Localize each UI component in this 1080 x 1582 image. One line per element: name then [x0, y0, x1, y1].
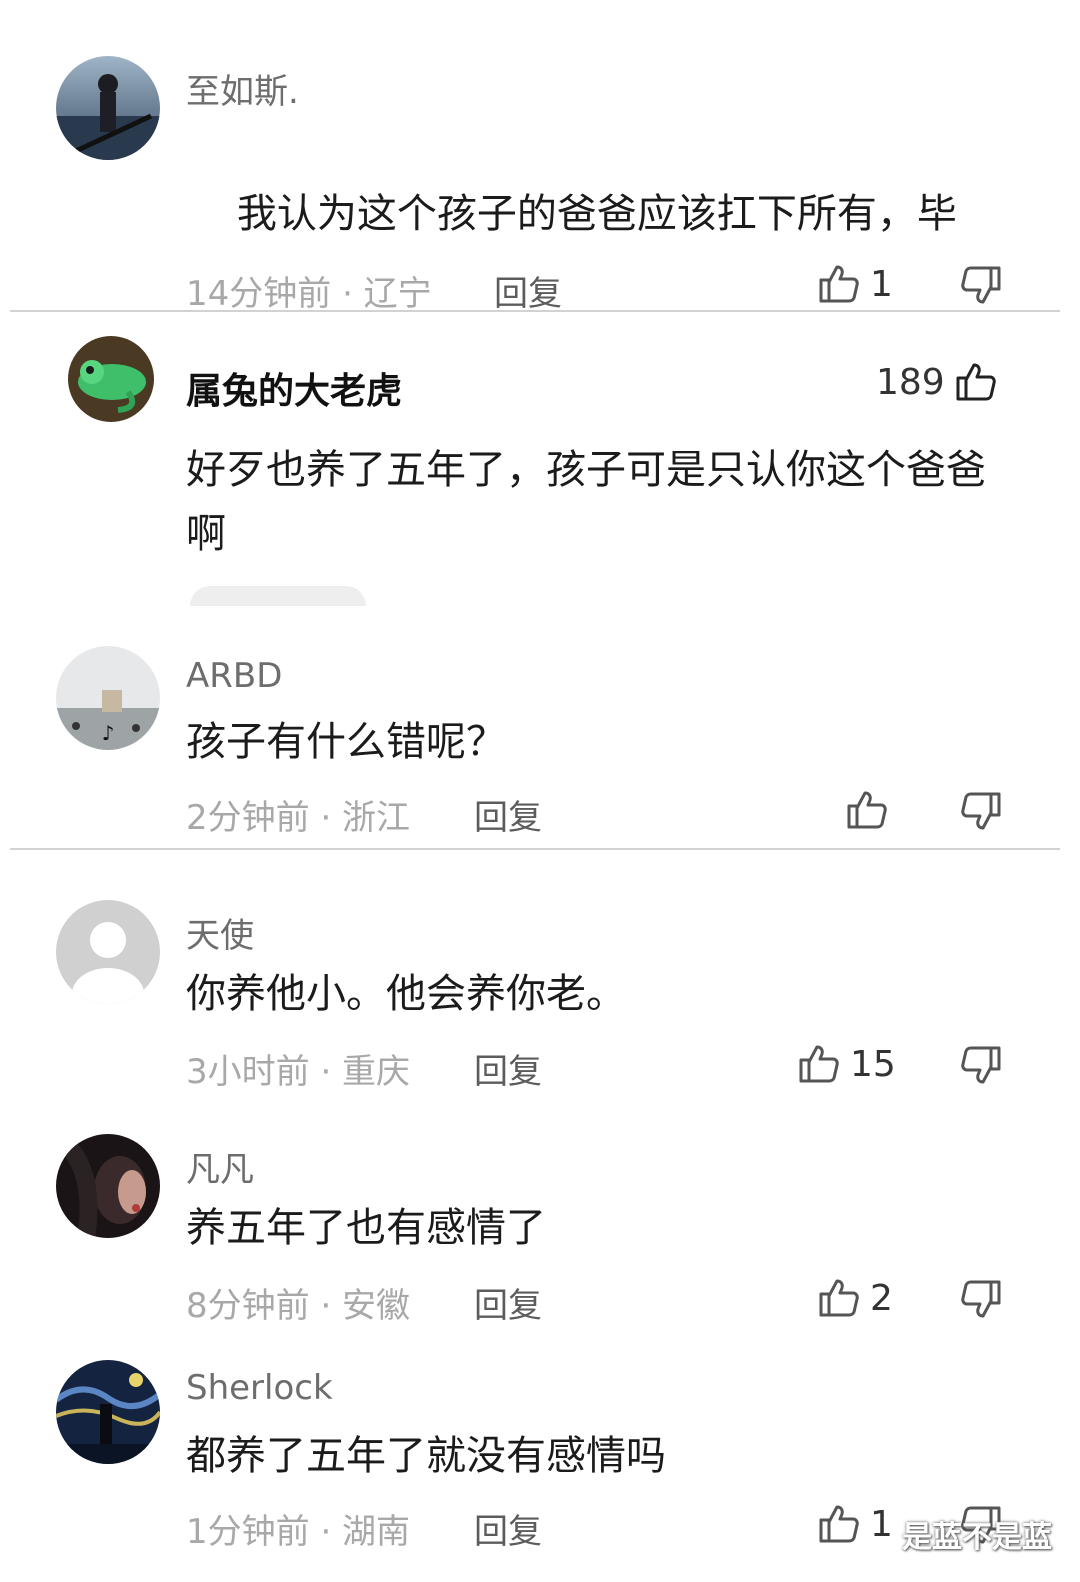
comment-text: 你养他小。他会养你老。 [186, 971, 626, 1017]
comment-username[interactable]: 天使 [186, 908, 254, 957]
thumbs-down-icon [960, 1278, 1002, 1320]
comment-time-location: 3小时前 · 重庆 [186, 1052, 411, 1092]
like-button[interactable]: 2 [818, 1276, 893, 1320]
avatar[interactable] [56, 900, 160, 1004]
reply-button[interactable]: 回复 [474, 1504, 542, 1553]
comment-username[interactable]: ARBD [186, 656, 282, 696]
watermark: 是蓝不是蓝 [902, 1520, 1052, 1555]
like-count: 15 [850, 1043, 896, 1085]
divider [10, 848, 1060, 850]
comment-time-location: 1分钟前 · 湖南 [186, 1512, 411, 1552]
like-button[interactable]: 15 [798, 1042, 896, 1086]
thumbs-up-icon [818, 1503, 860, 1545]
comment-username[interactable]: 属兔的大老虎 [186, 362, 402, 414]
like-count: 189 [876, 361, 945, 403]
thumbs-up-icon [818, 263, 860, 305]
comment-time-location: 2分钟前 · 浙江 [186, 798, 411, 838]
avatar[interactable] [56, 1360, 160, 1464]
comment-item: 天使 你养他小。他会养你老。 3小时前 · 重庆 回复 15 [0, 852, 1080, 1096]
comment-time-location: 14分钟前 · 辽宁 [186, 274, 432, 314]
comment-text: 都养了五年了就没有感情吗 [186, 1433, 666, 1479]
thumbs-down-icon [960, 1044, 1002, 1086]
like-button[interactable]: 189 [876, 360, 997, 404]
comment-item: ♪ ARBD 孩子有什么错呢？ 2分钟前 · 浙江 回复 [0, 612, 1080, 850]
reply-button[interactable]: 回复 [494, 266, 562, 315]
comment-item: 至如斯. 我认为这个孩子的爸爸应该扛下所有，毕竟妈妈很幸苦的，得照顾两个男人 1… [0, 0, 1080, 535]
like-count: 1 [870, 1503, 893, 1545]
reply-button[interactable]: 回复 [474, 1044, 542, 1093]
thumbs-up-icon [846, 789, 888, 831]
dislike-button[interactable] [960, 1278, 1002, 1320]
thumbs-down-icon [960, 790, 1002, 832]
like-button[interactable]: 1 [818, 1502, 893, 1546]
like-button[interactable]: 1 [818, 262, 893, 306]
dislike-button[interactable] [960, 1044, 1002, 1086]
like-button[interactable] [846, 788, 898, 832]
reply-button[interactable]: 回复 [474, 790, 542, 839]
like-count: 1 [870, 263, 893, 305]
comment-item: 属兔的大老虎 189 好歹也养了五年了，孩子可是只认你这个爸爸啊 [0, 312, 1080, 606]
like-count: 2 [870, 1277, 893, 1319]
comment-text: 孩子有什么错呢？ [186, 719, 506, 765]
comment-username[interactable]: Sherlock [186, 1368, 333, 1408]
avatar[interactable] [56, 1134, 160, 1238]
comment-item: 凡凡 养五年了也有感情了 8分钟前 · 安徽 回复 2 [0, 1100, 1080, 1330]
replies-pill[interactable] [190, 586, 366, 606]
comment-text: 好歹也养了五年了，孩子可是只认你这个爸爸啊 [186, 447, 986, 557]
comment-time-location: 8分钟前 · 安徽 [186, 1286, 411, 1326]
avatar[interactable] [68, 336, 154, 422]
comment-text: 养五年了也有感情了 [186, 1205, 546, 1251]
thumbs-up-icon [818, 1277, 860, 1319]
avatar[interactable]: ♪ [56, 646, 160, 750]
thumbs-up-icon [955, 361, 997, 403]
comment-username[interactable]: 至如斯. [186, 64, 299, 113]
thumbs-up-icon [798, 1043, 840, 1085]
avatar[interactable] [56, 56, 160, 160]
svg-text:♪: ♪ [102, 721, 115, 745]
comment-username[interactable]: 凡凡 [186, 1142, 254, 1191]
thumbs-down-icon [960, 264, 1002, 306]
reply-button[interactable]: 回复 [474, 1278, 542, 1327]
dislike-button[interactable] [960, 264, 1002, 306]
dislike-button[interactable] [960, 790, 1002, 832]
